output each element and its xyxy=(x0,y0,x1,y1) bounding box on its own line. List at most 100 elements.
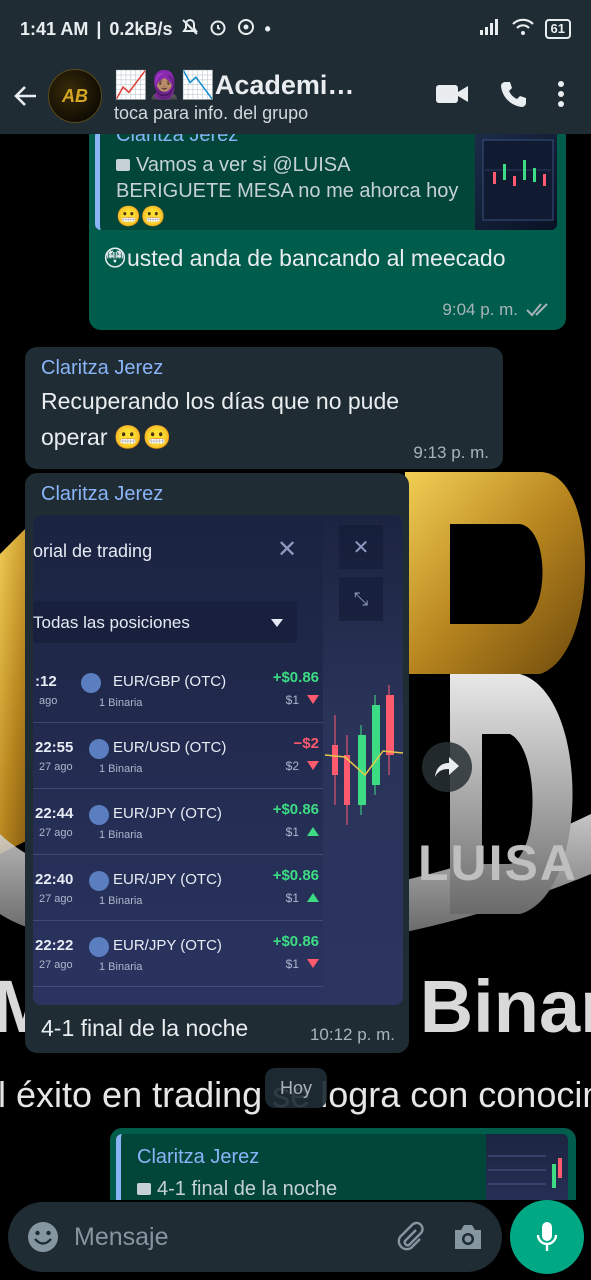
read-receipt-icon xyxy=(526,303,548,317)
mute-icon xyxy=(180,17,200,42)
trade-pair: EUR/GBP (OTC) xyxy=(113,673,227,690)
share-forward-icon xyxy=(435,757,459,777)
candlestick-chart xyxy=(325,685,403,825)
trade-type: 1 Binaria xyxy=(99,961,143,973)
signal-icon xyxy=(479,18,501,41)
outgoing-message-bubble[interactable]: Claritza Jerez 4-1 final de la noche xyxy=(110,1128,576,1200)
quoted-text-row: 4-1 final de la noche xyxy=(137,1178,337,1200)
chart-close-icon: ✕ xyxy=(339,525,383,569)
incoming-message-bubble[interactable]: Claritza Jerez Recuperando los días que … xyxy=(25,347,503,469)
arrow-left-icon xyxy=(14,86,36,106)
trade-time: 22:55 xyxy=(35,739,74,756)
date-divider: Hoy xyxy=(265,1068,327,1108)
trade-date: ago xyxy=(39,695,58,707)
group-avatar[interactable]: AB xyxy=(48,69,102,123)
forward-button[interactable] xyxy=(422,742,472,792)
quoted-thumbnail xyxy=(486,1134,568,1200)
panel-title: orial de trading xyxy=(33,541,153,561)
positions-filter: Todas las posiciones xyxy=(33,601,297,643)
trade-type: 1 Binaria xyxy=(99,895,143,907)
status-separator: | xyxy=(96,18,102,39)
trade-date: 27 ago xyxy=(39,893,73,905)
trade-row: 22:55 27 ago EUR/USD (OTC) 1 Binaria −$2 $2 xyxy=(33,725,323,789)
trade-time: 22:44 xyxy=(35,805,74,822)
voice-call-icon[interactable] xyxy=(499,80,527,113)
trade-amount: $1 xyxy=(285,957,299,971)
quoted-sender: Claritza Jerez xyxy=(116,134,239,146)
trade-amount: $1 xyxy=(285,891,299,905)
group-title[interactable]: 📈🧕🏽📉Academia... xyxy=(114,69,364,101)
trade-amount: $1 xyxy=(285,825,299,839)
message-input[interactable]: Mensaje xyxy=(8,1202,502,1272)
status-time: 1:41 AM xyxy=(20,18,89,39)
message-time: 9:04 p. m. xyxy=(442,300,518,319)
message-meta: 9:04 p. m. xyxy=(442,300,552,320)
quoted-text-row: Vamos a ver si @LUISA BERIGUETE MESA no … xyxy=(116,152,466,230)
back-button[interactable] xyxy=(4,58,48,134)
image-caption: 4-1 final de la noche xyxy=(41,1015,249,1041)
network-speed: 0.2kB/s xyxy=(109,18,173,39)
trade-profit: +$0.86 xyxy=(272,669,319,686)
trade-profit: +$0.86 xyxy=(272,801,319,818)
whatsapp-notification-icon xyxy=(236,17,256,42)
video-call-icon[interactable] xyxy=(435,82,469,111)
trading-screenshot[interactable]: orial de trading ✕ Todas las posiciones … xyxy=(33,515,403,1005)
chevron-down-icon xyxy=(271,619,283,627)
trade-amount: $2 xyxy=(285,759,299,773)
wifi-icon xyxy=(511,18,535,41)
message-time: 10:12 p. m. xyxy=(309,1025,395,1044)
trading-history-panel: orial de trading ✕ Todas las posiciones … xyxy=(33,515,323,1005)
voice-message-button[interactable] xyxy=(510,1200,584,1274)
trade-pair: EUR/JPY (OTC) xyxy=(113,871,222,888)
trade-type: 1 Binaria xyxy=(99,697,143,709)
trade-row: :12 ago EUR/GBP (OTC) 1 Binaria +$0.86 $1 xyxy=(33,659,323,723)
positions-filter-label: Todas las posiciones xyxy=(33,613,190,632)
trade-list: :12 ago EUR/GBP (OTC) 1 Binaria +$0.86 $1 22:5… xyxy=(33,659,323,1005)
trade-date: 27 ago xyxy=(39,761,73,773)
image-icon xyxy=(137,1183,151,1195)
trade-pair: EUR/JPY (OTC) xyxy=(113,937,222,954)
trade-type: 1 Binaria xyxy=(99,829,143,841)
trade-pair: EUR/JPY (OTC) xyxy=(113,805,222,822)
message-composer: Mensaje xyxy=(0,1200,591,1280)
message-text: Recuperando los días que no pude operar … xyxy=(41,388,400,450)
quoted-message[interactable]: Claritza Jerez Vamos a ver si @LUISA BER… xyxy=(95,134,557,230)
group-subtitle: toca para info. del grupo xyxy=(114,102,309,123)
message-time: 9:13 p. m. xyxy=(413,443,489,462)
trade-date: 27 ago xyxy=(39,827,73,839)
trade-type: 1 Binaria xyxy=(99,763,143,775)
trade-pair: EUR/USD (OTC) xyxy=(113,739,227,756)
chat-header: AB 📈🧕🏽📉Academia... toca para info. del g… xyxy=(0,58,591,134)
trade-time: 22:22 xyxy=(35,937,74,954)
group-info[interactable]: 📈🧕🏽📉Academia... toca para info. del grup… xyxy=(114,69,435,124)
trade-row: 22:40 27 ago EUR/JPY (OTC) 1 Binaria +$0.86 $… xyxy=(33,857,323,921)
message-sender[interactable]: Claritza Jerez xyxy=(41,483,163,506)
quoted-message[interactable]: Claritza Jerez 4-1 final de la noche xyxy=(116,1134,568,1200)
trade-amount: $1 xyxy=(285,693,299,707)
trade-time: 22:40 xyxy=(35,871,74,888)
emoji-icon xyxy=(28,1222,58,1252)
trade-profit: +$0.86 xyxy=(272,933,319,950)
status-bar: 1:41 AM | 0.2kB/s • 61 xyxy=(0,0,591,58)
currency-pair-icon xyxy=(89,739,109,759)
outgoing-message-bubble[interactable]: Claritza Jerez Vamos a ver si @LUISA BER… xyxy=(89,134,566,330)
arrow-down-icon xyxy=(307,695,319,704)
currency-pair-icon xyxy=(89,871,109,891)
quoted-thumbnail xyxy=(475,134,557,230)
wallpaper-brand-word: LUISA xyxy=(418,835,578,891)
quoted-text: 4-1 final de la noche xyxy=(157,1178,338,1200)
more-options-icon[interactable] xyxy=(557,80,565,113)
trade-row: 22:44 27 ago EUR/JPY (OTC) 1 Binaria +$0.86 $… xyxy=(33,791,323,855)
alarm-icon xyxy=(208,17,228,42)
battery-indicator: 61 xyxy=(544,19,571,39)
incoming-image-message[interactable]: Claritza Jerez orial de trading ✕ Todas … xyxy=(25,473,409,1053)
trade-row: 22:22 27 ago EUR/JPY (OTC) 1 Binaria +$0.86 $… xyxy=(33,923,323,987)
chart-panel: ✕ ⤡ xyxy=(325,515,403,1005)
message-placeholder[interactable]: Mensaje xyxy=(74,1223,394,1252)
chat-area[interactable]: LUISA Maestría en Binar l éxito en tradi… xyxy=(0,134,591,1200)
trade-time: :12 xyxy=(35,673,57,690)
arrow-up-icon xyxy=(307,827,319,836)
trade-date: 27 ago xyxy=(39,959,73,971)
trade-profit: −$2 xyxy=(293,735,319,752)
message-sender[interactable]: Claritza Jerez xyxy=(41,357,163,380)
